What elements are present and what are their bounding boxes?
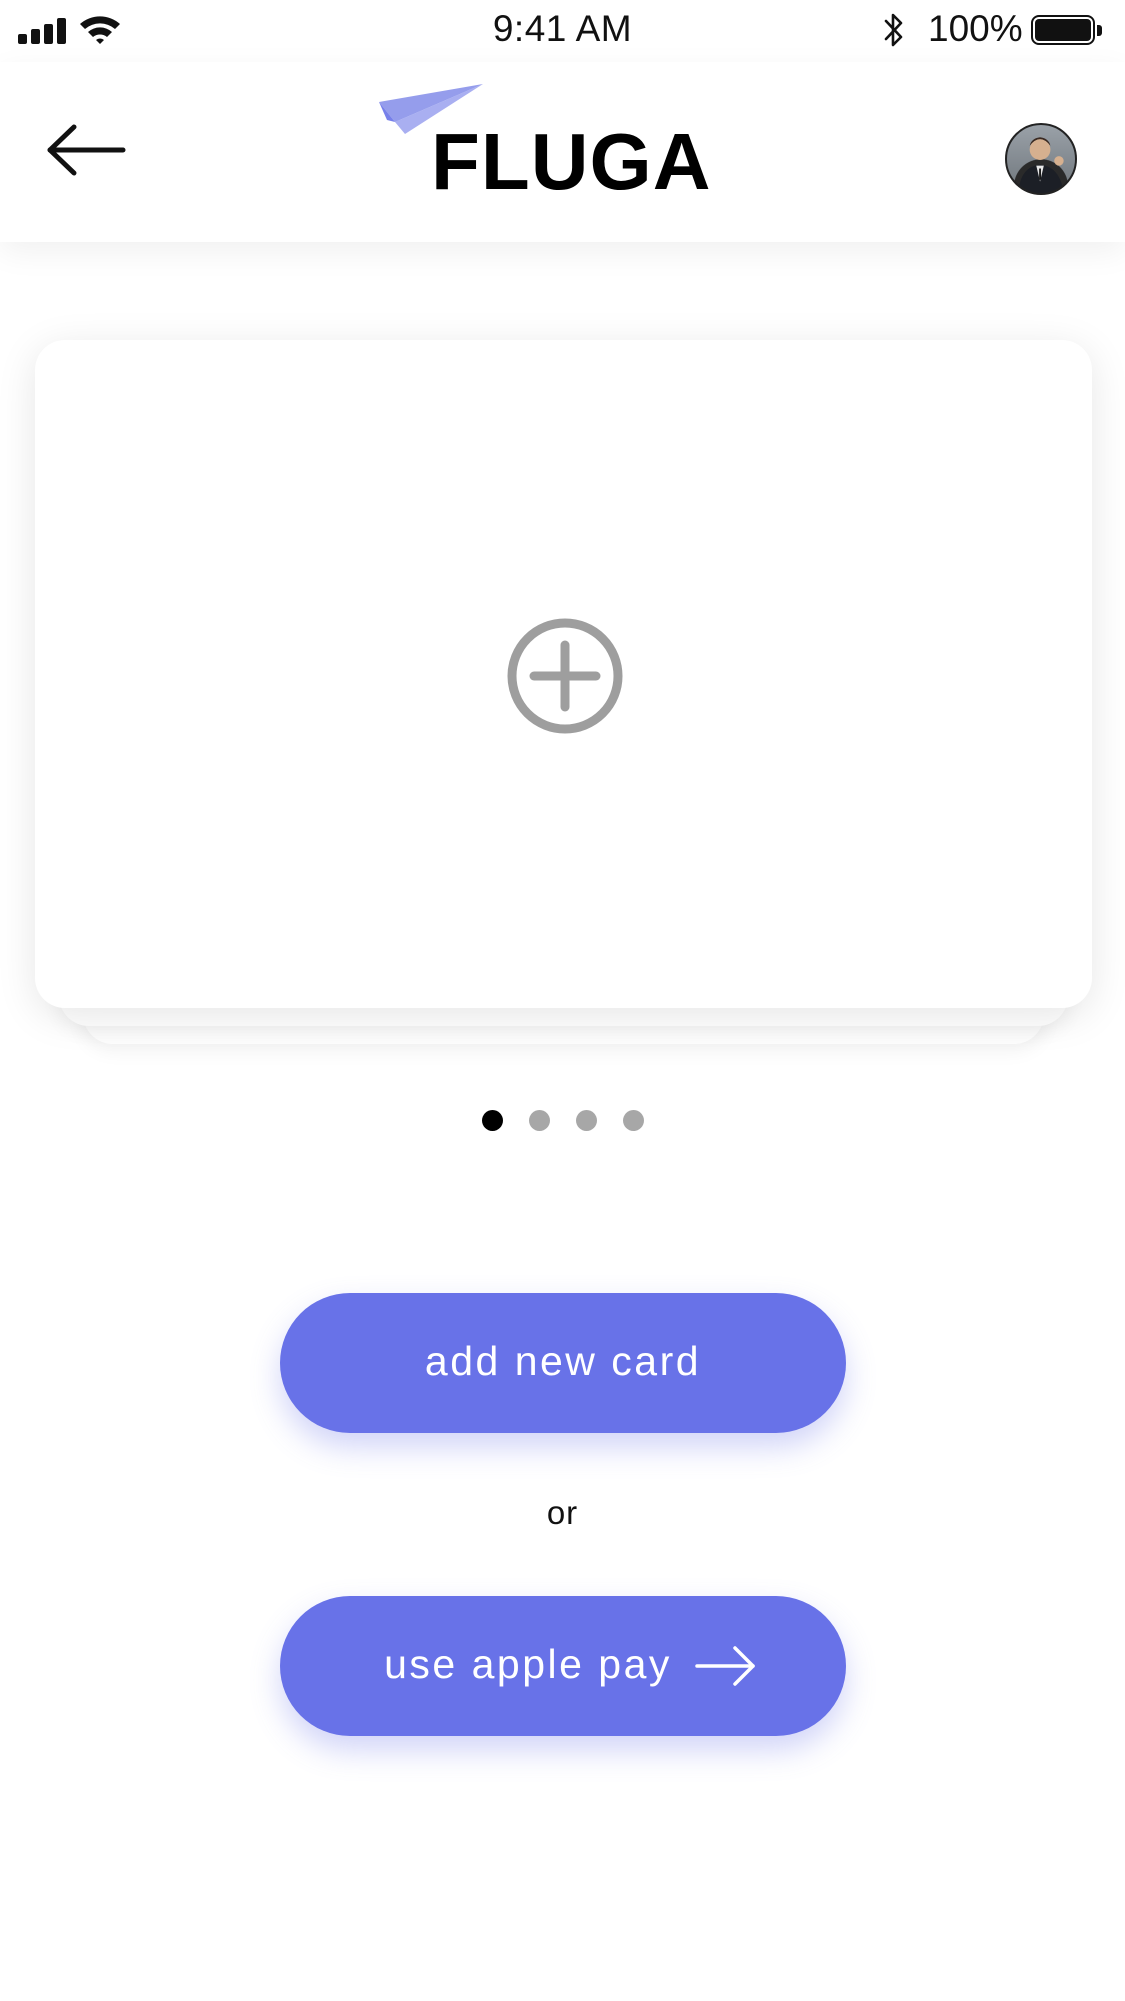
app-logo: FLUGA — [375, 82, 715, 212]
add-card-placeholder[interactable] — [35, 340, 1092, 1008]
or-separator: or — [546, 1494, 579, 1531]
bluetooth-icon — [884, 13, 903, 47]
pager-dot-3[interactable] — [575, 1110, 597, 1131]
card-carousel — [35, 340, 1092, 1046]
status-bar: 9:41 AM 100% — [0, 0, 1125, 62]
battery-fill — [1035, 19, 1091, 41]
add-new-card-button[interactable]: add new card — [280, 1293, 846, 1433]
nav-bar: FLUGA — [0, 62, 1125, 242]
add-new-card-label: add new card — [424, 1338, 702, 1384]
avatar-image — [1018, 137, 1064, 193]
back-button[interactable] — [40, 120, 130, 180]
use-apple-pay-button[interactable]: use apple pay — [280, 1596, 846, 1736]
pager-dot-2[interactable] — [528, 1110, 550, 1131]
arrow-right-icon — [695, 1646, 755, 1686]
carousel-pager — [0, 1110, 1125, 1132]
plus-circle-icon — [507, 618, 623, 734]
arrow-left-icon — [47, 124, 126, 176]
battery-icon — [1031, 15, 1103, 47]
battery-percent: 100% — [928, 8, 1023, 49]
pager-dot-4[interactable] — [622, 1110, 644, 1131]
payment-screen: 9:41 AM 100% FLUGA add new card or use a… — [0, 0, 1125, 2001]
app-name: FLUGA — [431, 117, 712, 206]
user-avatar[interactable] — [1005, 123, 1077, 195]
pager-dot-1[interactable] — [481, 1110, 503, 1131]
